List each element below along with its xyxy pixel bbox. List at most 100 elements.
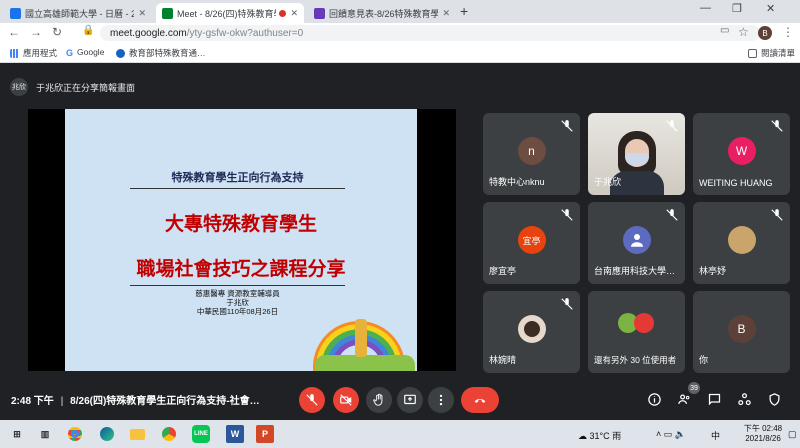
speaker-org: 慈惠醫專 資源教室輔導員 [195, 289, 280, 298]
divider [130, 188, 345, 189]
task-view-icon[interactable]: ▥ [36, 425, 54, 443]
calendar-icon [10, 7, 21, 19]
lock-icon: 🔒 [82, 25, 95, 36]
profile-avatar[interactable]: B [758, 26, 772, 40]
participant-tile[interactable]: n 特教中心nknu [483, 113, 580, 195]
participant-name: 台南應用科技大學… [594, 266, 676, 276]
bookmarks-bar: 應用程式 G Google 教育部特殊教育通… 閱讀清單 [0, 43, 800, 63]
bookmark-apps[interactable]: 應用程式 [10, 47, 57, 59]
close-window-icon[interactable]: ✕ [766, 2, 775, 15]
new-tab-button[interactable]: + [460, 3, 468, 19]
mic-off-icon [560, 208, 574, 222]
meeting-control-bar: 2:48 下午 | 8/26(四)特殊教育學生正向行為支持-社會… [0, 380, 800, 418]
leave-call-button[interactable] [461, 387, 499, 413]
present-screen-button[interactable] [397, 387, 423, 413]
bookmark-google[interactable]: G Google [66, 47, 104, 58]
raise-hand-button[interactable] [366, 387, 392, 413]
participant-name: 特教中心nknu [489, 177, 545, 187]
notification-icon[interactable]: ▢ [788, 429, 797, 440]
reading-list[interactable]: 閱讀清單 [748, 47, 795, 59]
bookmark-special-ed[interactable]: 教育部特殊教育通… [116, 47, 206, 59]
presentation-area: 特殊教育學生正向行為支持 大專特殊教育學生 職場社會技巧之課程分享 慈惠醫專 資… [28, 109, 456, 371]
dog-avatar-photo [727, 226, 756, 254]
participant-name: 林婉晴 [489, 355, 517, 365]
mic-off-icon [560, 119, 574, 133]
participant-tile[interactable]: 宜亭 廖宜亭 [483, 202, 580, 284]
back-icon[interactable]: ← [8, 25, 20, 39]
mic-toggle-button[interactable] [299, 387, 325, 413]
cast-icon[interactable]: ▭ [720, 25, 729, 36]
tray-icons[interactable]: ˄ ▭ 🔈 [656, 429, 686, 440]
participant-tile[interactable]: 林亭妤 [693, 202, 790, 284]
url-field[interactable]: meet.google.com/yty-gsfw-okw?authuser=0 [100, 25, 760, 41]
close-icon[interactable]: ✕ [290, 8, 298, 19]
mask [625, 153, 649, 166]
people-count-badge: 39 [688, 382, 700, 394]
close-icon[interactable]: ✕ [442, 8, 450, 19]
tab-feedback-form[interactable]: 回饋意見表-8/26特殊教育學生正… ✕ [308, 3, 456, 23]
apps-grid-icon [10, 48, 19, 58]
google-icon: G [66, 47, 74, 58]
chrome-icon[interactable] [66, 425, 84, 443]
slide-title-line2: 職場社會技巧之課程分享 [136, 259, 346, 280]
avatar: W [727, 137, 756, 165]
ime-indicator[interactable]: 中 [711, 429, 720, 442]
slide-subject: 特殊教育學生正向行為支持 [171, 172, 304, 184]
slide: 特殊教育學生正向行為支持 大專特殊教育學生 職場社會技巧之課程分享 慈惠醫專 資… [65, 109, 417, 371]
avatar: B [727, 315, 756, 343]
participant-tile[interactable]: 台南應用科技大學… [588, 202, 685, 284]
speaker-name: 于兆欣 [226, 298, 249, 307]
meeting-details-icon[interactable] [645, 390, 663, 408]
maximize-icon[interactable]: ❐ [732, 2, 742, 15]
file-explorer-icon[interactable] [128, 425, 146, 443]
participant-tile[interactable]: 林婉晴 [483, 291, 580, 373]
menu-icon[interactable]: ⋮ [782, 25, 794, 39]
giraffe-illustration [355, 319, 367, 357]
more-options-button[interactable] [428, 387, 454, 413]
reading-list-icon [748, 48, 757, 58]
meeting-info: 2:48 下午 | 8/26(四)特殊教育學生正向行為支持-社會… [11, 396, 260, 407]
system-clock[interactable]: 下午 02:48 2021/8/26 [738, 424, 788, 444]
browser-tab-bar: 國立高雄師範大學 - 日曆 - 2021… ✕ Meet - 8/26(四)特殊… [0, 0, 800, 23]
minimize-icon[interactable]: — [700, 2, 711, 14]
tab-calendar[interactable]: 國立高雄師範大學 - 日曆 - 2021… ✕ [4, 3, 152, 23]
activities-icon[interactable] [735, 390, 753, 408]
network-icon: ▭ [663, 429, 673, 439]
powerpoint-icon[interactable]: P [256, 425, 274, 443]
participant-name: 林亭妤 [699, 266, 727, 276]
participant-name: 于兆欣 [594, 177, 622, 187]
word-icon[interactable]: W [226, 425, 244, 443]
avatar-photo [517, 315, 546, 343]
forward-icon[interactable]: → [30, 25, 42, 39]
chat-icon[interactable] [705, 390, 723, 408]
recording-icon [279, 9, 287, 17]
avatar: n [517, 137, 546, 165]
participant-tile[interactable]: W WEITING HUANG [693, 113, 790, 195]
presenter-avatar: 兆欣 [10, 78, 28, 96]
chrome-2-icon[interactable] [160, 425, 178, 443]
cloud-rain-icon: ☁ [578, 431, 587, 441]
windows-start-icon[interactable]: ⊞ [8, 425, 26, 443]
mic-off-icon [665, 208, 679, 222]
participant-tile[interactable]: 于兆欣 [588, 113, 685, 195]
more-participants-tile[interactable]: 還有另外 30 位使用者 [588, 291, 685, 373]
weather-widget[interactable]: ☁ 31°C 雨 [578, 429, 621, 442]
self-tile[interactable]: B 你 [693, 291, 790, 373]
windows-taskbar: ⊞ ▥ LINE W P ☁ 31°C 雨 ˄ ▭ 🔈 中 下午 02:48 2… [0, 420, 800, 448]
tab-meet[interactable]: Meet - 8/26(四)特殊教育學… ✕ [156, 3, 304, 23]
participant-name: 你 [699, 355, 709, 365]
avatar-photo [634, 313, 654, 333]
close-icon[interactable]: ✕ [138, 8, 146, 19]
divider [130, 285, 345, 286]
line-icon[interactable]: LINE [192, 425, 210, 443]
mic-off-icon [665, 119, 679, 133]
chevron-up-icon: ˄ [656, 429, 662, 439]
camera-toggle-button[interactable] [333, 387, 359, 413]
host-controls-icon[interactable] [765, 390, 783, 408]
participant-name: 還有另外 30 位使用者 [594, 355, 677, 365]
mic-off-icon [770, 119, 784, 133]
reload-icon[interactable]: ↻ [52, 25, 62, 39]
edge-icon[interactable] [98, 425, 116, 443]
participant-name: WEITING HUANG [699, 178, 773, 188]
star-icon[interactable]: ☆ [738, 25, 749, 39]
